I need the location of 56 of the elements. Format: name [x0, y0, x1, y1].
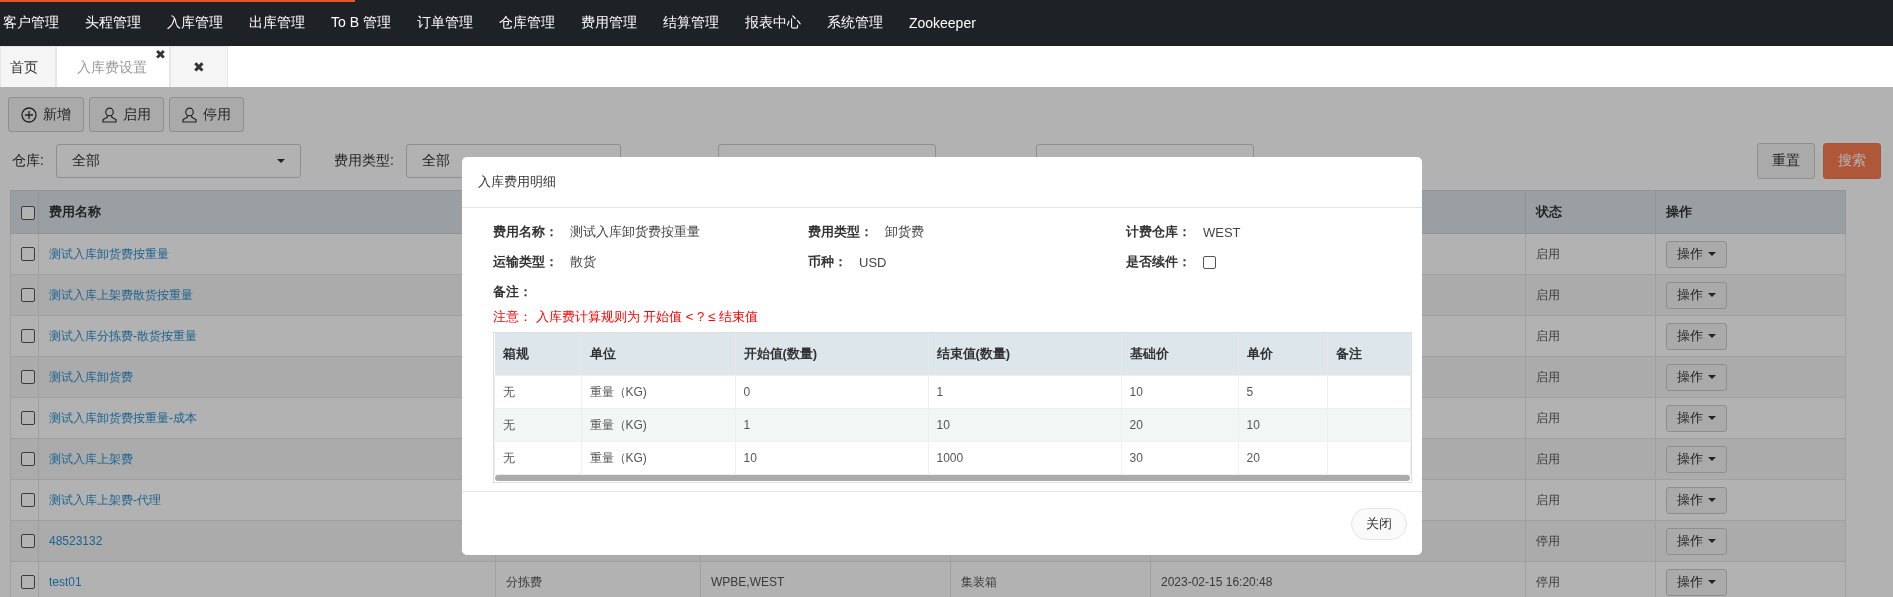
table-cell: 0 — [743, 385, 751, 399]
field-value: 测试入库卸货费按重量 — [570, 223, 700, 241]
table-cell: 10 — [1129, 385, 1143, 399]
field-value: 散货 — [570, 253, 596, 271]
field-value: USD — [859, 254, 887, 270]
field-label: 费用名称： — [493, 223, 558, 241]
table-cell: 5 — [1246, 385, 1254, 399]
field-value: 卸货费 — [885, 223, 924, 241]
status-text: 启用 — [1536, 451, 1560, 466]
table-cell: WPBE,WEST — [711, 575, 785, 589]
field-label: 运输类型： — [493, 253, 558, 271]
warning-note: 注意： 入库费计算规则为 开始值 < ? ≤ 结束值 — [493, 308, 759, 326]
table-cell: 30 — [1129, 451, 1143, 465]
filter-label: 仓库: — [12, 152, 44, 170]
status-text: 启用 — [1536, 492, 1560, 507]
column-header: 费用名称 — [49, 204, 101, 219]
table-cell: 2023-02-15 16:20:48 — [1161, 575, 1273, 589]
field-label: 费用类型： — [808, 223, 873, 241]
table-cell: 20 — [1246, 451, 1260, 465]
table-cell: 集装箱 — [961, 574, 997, 589]
status-text: 启用 — [1536, 410, 1560, 425]
column-header: 结束值(数量) — [936, 346, 1011, 361]
column-header: 开始值(数量) — [743, 346, 818, 361]
table-cell: 10 — [936, 418, 950, 432]
table-cell: 重量（KG) — [589, 450, 647, 465]
field-label: 是否续件： — [1126, 253, 1191, 271]
column-header: 箱规 — [502, 346, 529, 361]
status-text: 启用 — [1536, 369, 1560, 384]
field-label: 计费仓库： — [1126, 223, 1191, 241]
table-cell: 1 — [936, 385, 944, 399]
table-cell: 1 — [743, 418, 751, 432]
status-text: 停用 — [1536, 574, 1560, 589]
field-value: WEST — [1203, 224, 1241, 240]
table-cell: 重量（KG) — [589, 417, 647, 432]
table-cell: 无 — [503, 384, 515, 399]
status-text: 启用 — [1536, 246, 1560, 261]
field-label: 币种： — [808, 253, 847, 271]
filter-label: 费用类型: — [333, 152, 394, 170]
table-cell: 10 — [743, 451, 757, 465]
column-header: 操作 — [1666, 204, 1692, 219]
table-cell: 20 — [1129, 418, 1143, 432]
table-cell: 10 — [1246, 418, 1260, 432]
column-header: 单价 — [1246, 346, 1273, 361]
column-header: 单位 — [589, 346, 616, 361]
column-header: 备注 — [1335, 346, 1362, 361]
table-cell: 无 — [503, 417, 515, 432]
table-cell: 1000 — [936, 451, 964, 465]
status-text: 启用 — [1536, 328, 1560, 343]
table-cell: 分拣费 — [506, 574, 542, 589]
field-label: 备注： — [493, 283, 532, 301]
table-cell: 重量（KG) — [589, 384, 647, 399]
column-header: 状态 — [1536, 204, 1562, 219]
status-text: 启用 — [1536, 287, 1560, 302]
status-text: 停用 — [1536, 533, 1560, 548]
table-cell: 无 — [503, 450, 515, 465]
column-header: 基础价 — [1129, 346, 1169, 361]
